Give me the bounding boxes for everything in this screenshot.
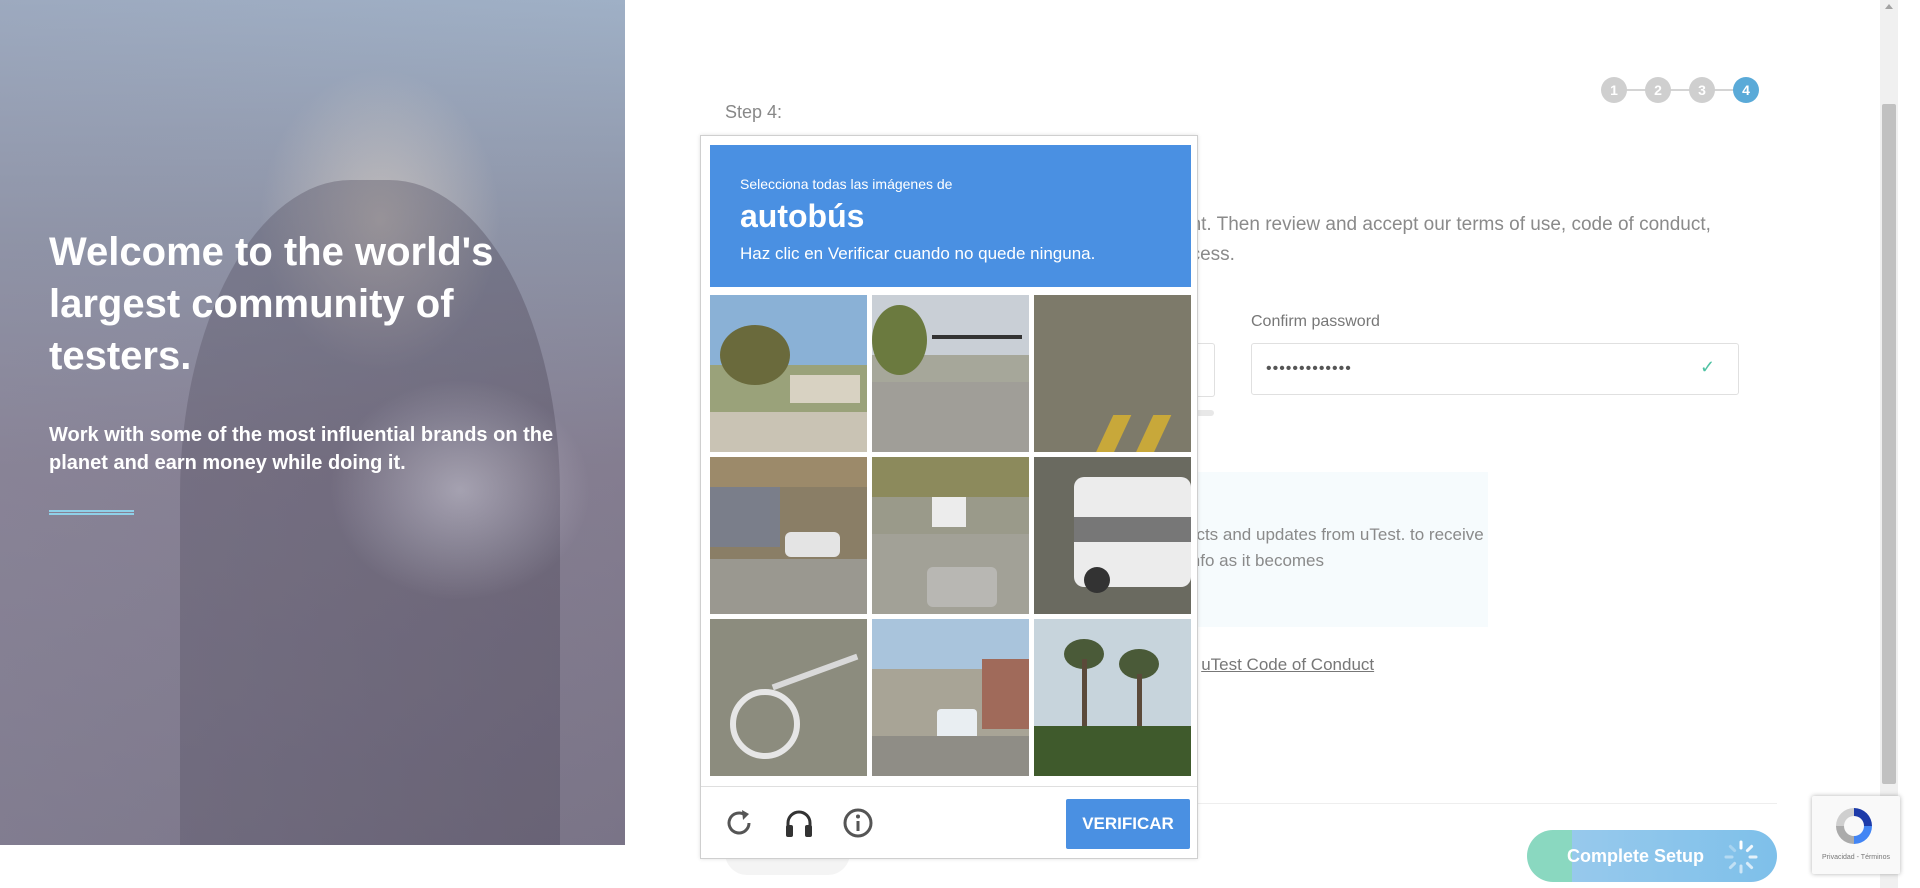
- captcha-tile-street-houses[interactable]: [710, 295, 867, 452]
- spinner-icon: [1724, 840, 1758, 874]
- hero-subtitle: Work with some of the most influential b…: [49, 424, 554, 474]
- captcha-tile-asphalt-crosswalk[interactable]: [1034, 295, 1191, 452]
- progress-stepper: 1 2 3 4: [1601, 77, 1761, 103]
- recaptcha-logo-icon: [1836, 808, 1872, 844]
- scrollbar-thumb[interactable]: [1882, 104, 1896, 784]
- captcha-tile-residential-street-car[interactable]: [710, 457, 867, 614]
- captcha-tile-palm-trees[interactable]: [1034, 619, 1191, 776]
- captcha-target: autobús: [740, 198, 865, 234]
- captcha-tile-bicycle[interactable]: [710, 619, 867, 776]
- step-2: 2: [1645, 77, 1671, 103]
- confirm-password-field[interactable]: [1251, 343, 1739, 395]
- step-3: 3: [1689, 77, 1715, 103]
- captcha-tile-white-bus[interactable]: [1034, 457, 1191, 614]
- step-label: Step 4:: [725, 102, 783, 122]
- info-icon[interactable]: [842, 807, 874, 839]
- captcha-tile-intersection-traffic-light[interactable]: [872, 295, 1029, 452]
- code-of-conduct-agreement: e uTest Code of Conduct: [1187, 655, 1374, 675]
- check-icon: ✓: [1700, 357, 1716, 377]
- captcha-challenge: Selecciona todas las imágenes de autobús…: [700, 135, 1198, 859]
- confirm-password-label: Confirm password: [1251, 313, 1380, 330]
- captcha-instruction: Selecciona todas las imágenes de: [740, 176, 953, 192]
- verify-button[interactable]: VERIFICAR: [1066, 799, 1190, 849]
- audio-icon[interactable]: [783, 807, 815, 839]
- page-scrollbar[interactable]: [1880, 0, 1898, 888]
- step-1: 1: [1601, 77, 1627, 103]
- captcha-tile-street-with-bus-2[interactable]: [872, 619, 1029, 776]
- captcha-header: Selecciona todas las imágenes de autobús…: [710, 145, 1191, 287]
- scroll-up-arrow-icon[interactable]: [1885, 4, 1893, 9]
- hero-divider: [49, 510, 134, 515]
- recaptcha-legal[interactable]: Privacidad - Términos: [1812, 854, 1900, 861]
- code-of-conduct-link[interactable]: uTest Code of Conduct: [1201, 655, 1374, 674]
- reload-icon[interactable]: [723, 807, 755, 839]
- hero-panel: Welcome to the world's largest community…: [0, 0, 625, 845]
- stepper-line: [1614, 89, 1744, 91]
- captcha-tile-street-with-bus[interactable]: [872, 457, 1029, 614]
- step-4: 4: [1733, 77, 1759, 103]
- newsletter-text: ects and updates from uTest. to receive …: [1187, 525, 1484, 570]
- intro-text: unt. Then review and accept our terms of…: [1180, 214, 1711, 265]
- hero-title: Welcome to the world's largest community…: [49, 230, 494, 378]
- captcha-hint: Haz clic en Verificar cuando no quede ni…: [740, 244, 1096, 263]
- captcha-footer: VERIFICAR: [701, 786, 1197, 859]
- captcha-image-grid: [710, 295, 1192, 777]
- recaptcha-badge[interactable]: Privacidad - Términos: [1812, 796, 1900, 874]
